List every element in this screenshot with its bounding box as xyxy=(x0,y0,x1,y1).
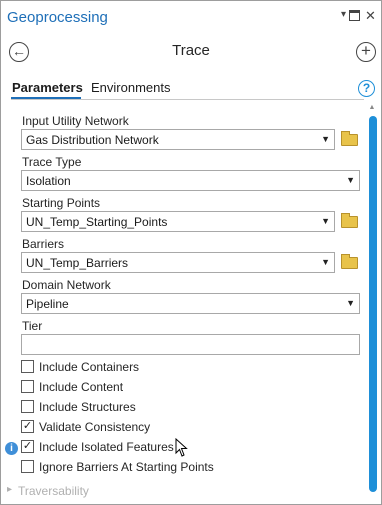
add-icon[interactable]: + xyxy=(356,42,376,62)
traversability-section[interactable]: Traversability xyxy=(18,484,89,498)
include-structures-label[interactable]: Include Structures xyxy=(39,400,136,414)
trace-type-label: Trace Type xyxy=(22,155,82,169)
tab-environments[interactable]: Environments xyxy=(91,80,170,95)
scroll-up-icon[interactable]: ▲ xyxy=(367,104,377,111)
starting-points-value: UN_Temp_Starting_Points xyxy=(26,215,168,229)
include-isolated-features-checkbox[interactable]: ✓ xyxy=(21,440,34,453)
help-icon[interactable]: ? xyxy=(358,80,375,97)
starting-points-label: Starting Points xyxy=(22,196,101,210)
input-utility-network-value: Gas Distribution Network xyxy=(26,133,159,147)
mouse-cursor-icon xyxy=(175,438,188,457)
chevron-down-icon[interactable]: ▼ xyxy=(346,175,355,185)
include-isolated-features-label[interactable]: Include Isolated Features xyxy=(39,440,174,454)
validate-consistency-checkbox[interactable]: ✓ xyxy=(21,420,34,433)
browse-folder-icon[interactable] xyxy=(341,131,358,146)
include-containers-label[interactable]: Include Containers xyxy=(39,360,139,374)
validate-consistency-label[interactable]: Validate Consistency xyxy=(39,420,150,434)
chevron-down-icon[interactable]: ▼ xyxy=(321,216,330,226)
include-content-label[interactable]: Include Content xyxy=(39,380,123,394)
include-structures-checkbox[interactable] xyxy=(21,400,34,413)
tier-select[interactable] xyxy=(21,334,360,355)
barriers-combobox[interactable]: UN_Temp_Barriers ▼ xyxy=(21,252,335,273)
tabs-divider xyxy=(11,99,364,100)
input-utility-network-label: Input Utility Network xyxy=(22,114,129,128)
ignore-barriers-label[interactable]: Ignore Barriers At Starting Points xyxy=(39,460,214,474)
ignore-barriers-checkbox[interactable] xyxy=(21,460,34,473)
trace-type-value: Isolation xyxy=(26,174,71,188)
trace-type-select[interactable]: Isolation ▼ xyxy=(21,170,360,191)
close-icon[interactable]: ✕ xyxy=(364,9,377,22)
browse-folder-icon[interactable] xyxy=(341,254,358,269)
pane-title: Geoprocessing xyxy=(7,9,108,26)
tab-parameters[interactable]: Parameters xyxy=(12,80,83,95)
barriers-label: Barriers xyxy=(22,237,65,251)
scrollbar-thumb[interactable] xyxy=(369,116,377,492)
info-icon[interactable]: i xyxy=(5,442,18,455)
chevron-down-icon[interactable]: ▼ xyxy=(321,134,330,144)
tier-label: Tier xyxy=(22,319,43,333)
chevron-down-icon[interactable]: ▼ xyxy=(321,257,330,267)
input-utility-network-combobox[interactable]: Gas Distribution Network ▼ xyxy=(21,129,335,150)
chevron-down-icon[interactable]: ▼ xyxy=(346,298,355,308)
domain-network-select[interactable]: Pipeline ▼ xyxy=(21,293,360,314)
restore-icon[interactable] xyxy=(349,10,360,21)
domain-network-label: Domain Network xyxy=(22,278,111,292)
include-containers-checkbox[interactable] xyxy=(21,360,34,373)
pane-titlebar: Geoprocessing xyxy=(1,1,381,33)
tool-title: Trace xyxy=(172,42,210,59)
expand-arrow-icon[interactable]: ▸ xyxy=(7,484,12,495)
barriers-value: UN_Temp_Barriers xyxy=(26,256,129,270)
include-content-checkbox[interactable] xyxy=(21,380,34,393)
browse-folder-icon[interactable] xyxy=(341,213,358,228)
domain-network-value: Pipeline xyxy=(26,297,69,311)
starting-points-combobox[interactable]: UN_Temp_Starting_Points ▼ xyxy=(21,211,335,232)
